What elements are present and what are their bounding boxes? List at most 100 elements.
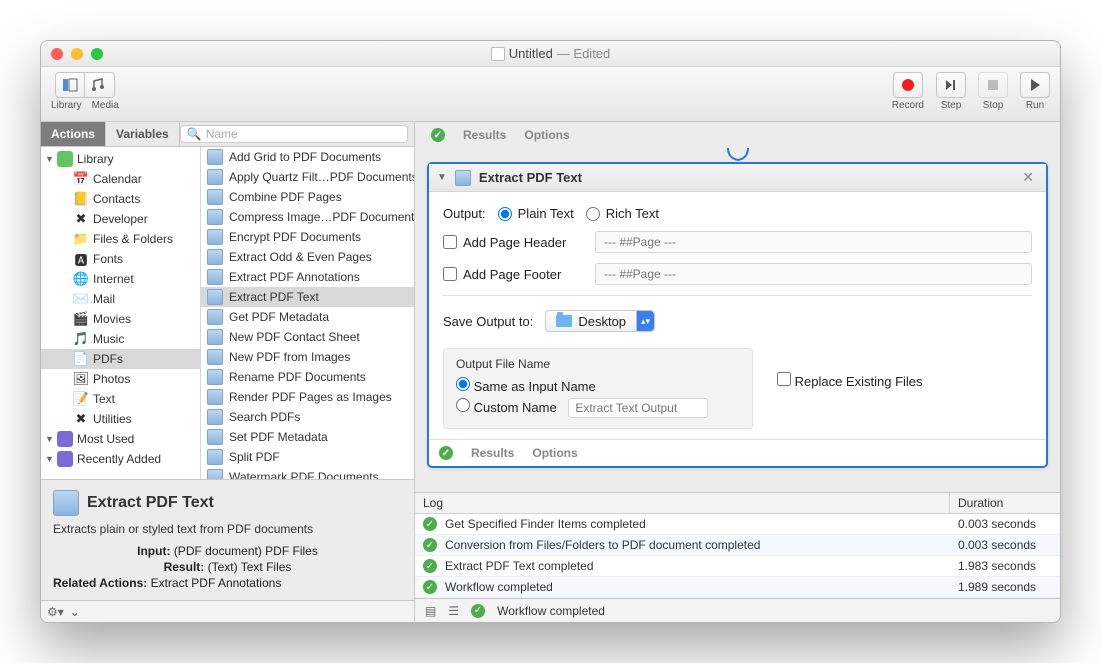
gear-icon[interactable]: ⚙︎▾ — [47, 605, 64, 619]
action-item[interactable]: Search PDFs — [201, 407, 414, 427]
card-header[interactable]: ▼ Extract PDF Text ✕ — [429, 164, 1046, 192]
most-icon — [57, 431, 73, 447]
action-item[interactable]: Apply Quartz Filt…PDF Documents — [201, 167, 414, 187]
sidebar-item-recently-added[interactable]: ▼Recently Added — [41, 449, 200, 469]
media-label: Media — [92, 100, 119, 111]
checkbox-add-footer[interactable]: Add Page Footer — [443, 267, 583, 282]
run-button[interactable] — [1020, 72, 1050, 98]
sidebar-item-files-folders[interactable]: Files & Folders — [41, 229, 200, 249]
pdf-icon — [73, 351, 89, 367]
workflow-canvas[interactable]: ✓ Results Options ▼ Extract PDF Text ✕ — [415, 122, 1060, 492]
log-row[interactable]: ✓Get Specified Finder Items completed0.0… — [415, 514, 1060, 535]
media-button[interactable] — [85, 72, 115, 98]
save-destination-select[interactable]: Desktop ▴▾ — [545, 310, 655, 332]
log-view-icon[interactable]: ☰ — [448, 604, 459, 618]
stop-button[interactable] — [978, 72, 1008, 98]
card-footer: ✓ Results Options — [429, 439, 1046, 466]
action-item[interactable]: Set PDF Metadata — [201, 427, 414, 447]
connector-icon — [427, 148, 1048, 162]
sidebar-item-calendar[interactable]: Calendar — [41, 169, 200, 189]
cal-icon — [73, 171, 89, 187]
close-icon[interactable]: ✕ — [1018, 169, 1038, 186]
radio-same-name[interactable]: Same as Input Name — [456, 379, 596, 394]
edited-indicator: — Edited — [557, 46, 610, 61]
sidebar-item-fonts[interactable]: Fonts — [41, 249, 200, 269]
log-row[interactable]: ✓Extract PDF Text completed1.983 seconds — [415, 556, 1060, 577]
category-list[interactable]: ▼LibraryCalendarContactsDeveloperFiles &… — [41, 147, 201, 479]
options-link[interactable]: Options — [532, 446, 577, 460]
action-item[interactable]: Get PDF Metadata — [201, 307, 414, 327]
action-item[interactable]: Rename PDF Documents — [201, 367, 414, 387]
pdf-action-icon — [207, 209, 223, 225]
action-card-extract-pdf-text: ▼ Extract PDF Text ✕ Output: Plain Text … — [427, 162, 1048, 468]
action-item[interactable]: Render PDF Pages as Images — [201, 387, 414, 407]
pdf-action-icon — [207, 309, 223, 325]
pho-icon — [73, 371, 89, 387]
workflow-view-icon[interactable]: ▤ — [425, 604, 436, 618]
disclosure-triangle-icon[interactable]: ▼ — [437, 172, 447, 183]
radio-custom-name[interactable]: Custom Name — [456, 400, 557, 415]
action-item[interactable]: Split PDF — [201, 447, 414, 467]
sidebar-item-library[interactable]: ▼Library — [41, 149, 200, 169]
checkbox-replace-existing[interactable]: Replace Existing Files — [777, 372, 923, 389]
action-item[interactable]: Watermark PDF Documents — [201, 467, 414, 479]
record-button[interactable] — [893, 72, 923, 98]
results-link[interactable]: Results — [471, 446, 514, 460]
action-item[interactable]: New PDF from Images — [201, 347, 414, 367]
action-item[interactable]: Compress Image…PDF Documents — [201, 207, 414, 227]
log-col-duration[interactable]: Duration — [950, 493, 1060, 513]
status-ok-icon: ✓ — [431, 128, 445, 142]
search-input[interactable]: 🔍 Name — [180, 125, 408, 143]
sidebar-item-photos[interactable]: Photos — [41, 369, 200, 389]
action-item[interactable]: Extract PDF Annotations — [201, 267, 414, 287]
document-name: Untitled — [509, 46, 553, 61]
action-list[interactable]: Add Grid to PDF DocumentsApply Quartz Fi… — [201, 147, 414, 479]
tab-actions[interactable]: Actions — [41, 122, 106, 146]
custom-name-field[interactable] — [568, 398, 708, 418]
sidebar-item-mail[interactable]: Mail — [41, 289, 200, 309]
tab-variables[interactable]: Variables — [106, 122, 180, 146]
sidebar-item-internet[interactable]: Internet — [41, 269, 200, 289]
action-item[interactable]: Combine PDF Pages — [201, 187, 414, 207]
action-item[interactable]: Extract PDF Text — [201, 287, 414, 307]
search-icon: 🔍 — [187, 127, 202, 141]
sidebar-footer: ⚙︎▾ ⌄ — [41, 600, 414, 622]
checkbox-add-header[interactable]: Add Page Header — [443, 235, 583, 250]
window-title: Untitled — Edited — [41, 46, 1060, 61]
output-label: Output: — [443, 206, 486, 221]
step-button[interactable] — [936, 72, 966, 98]
pdf-action-icon — [207, 289, 223, 305]
sidebar-item-contacts[interactable]: Contacts — [41, 189, 200, 209]
output-filename-label: Output File Name — [456, 357, 740, 371]
sidebar-item-developer[interactable]: Developer — [41, 209, 200, 229]
status-ok-icon: ✓ — [423, 559, 437, 573]
sidebar-item-pdfs[interactable]: PDFs — [41, 349, 200, 369]
action-item[interactable]: New PDF Contact Sheet — [201, 327, 414, 347]
action-item[interactable]: Add Grid to PDF Documents — [201, 147, 414, 167]
hide-info-icon[interactable]: ⌄ — [70, 605, 80, 619]
action-item[interactable]: Extract Odd & Even Pages — [201, 247, 414, 267]
titlebar: Untitled — Edited — [41, 41, 1060, 67]
sidebar-item-utilities[interactable]: Utilities — [41, 409, 200, 429]
sidebar-item-most-used[interactable]: ▼Most Used — [41, 429, 200, 449]
footer-field[interactable] — [595, 263, 1032, 285]
fold-icon — [73, 231, 89, 247]
action-item[interactable]: Encrypt PDF Documents — [201, 227, 414, 247]
status-ok-icon: ✓ — [423, 580, 437, 594]
log-row[interactable]: ✓Workflow completed1.989 seconds — [415, 577, 1060, 598]
radio-plain-text[interactable]: Plain Text — [498, 206, 574, 221]
sidebar-item-movies[interactable]: Movies — [41, 309, 200, 329]
radio-rich-text[interactable]: Rich Text — [586, 206, 659, 221]
library-toggle-button[interactable] — [55, 72, 85, 98]
header-field[interactable] — [595, 231, 1032, 253]
results-link[interactable]: Results — [463, 128, 506, 142]
log-row[interactable]: ✓Conversion from Files/Folders to PDF do… — [415, 535, 1060, 556]
pdf-action-icon — [207, 469, 223, 479]
sidebar-item-music[interactable]: Music — [41, 329, 200, 349]
log-col-message[interactable]: Log — [415, 493, 950, 513]
status-ok-icon: ✓ — [439, 446, 453, 460]
step-label: Step — [941, 100, 962, 111]
sidebar-item-text[interactable]: Text — [41, 389, 200, 409]
mail-icon — [73, 291, 89, 307]
options-link[interactable]: Options — [524, 128, 569, 142]
